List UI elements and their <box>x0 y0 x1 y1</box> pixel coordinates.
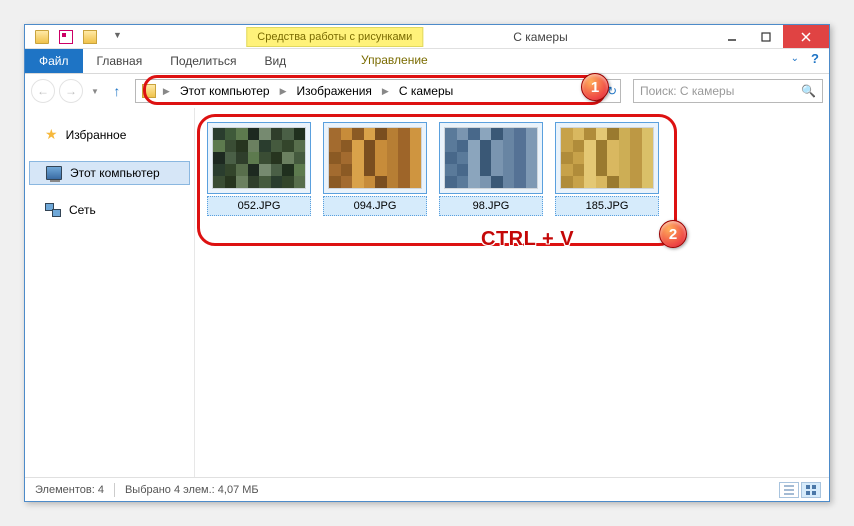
ribbon-tabs: Файл Главная Поделиться Вид Управление ⌄… <box>25 49 829 74</box>
expand-ribbon-icon[interactable]: ⌄ <box>791 53 799 64</box>
computer-icon <box>46 166 62 180</box>
annotation-badge-2: 2 <box>659 220 687 248</box>
annotation-badge-1: 1 <box>581 73 609 101</box>
network-icon <box>45 203 61 217</box>
status-selection: Выбрано 4 элем.: 4,07 МБ <box>125 484 259 496</box>
history-dropdown-icon[interactable]: ▼ <box>91 87 99 96</box>
back-button[interactable]: ← <box>31 79 55 103</box>
file-item[interactable]: 094.JPG <box>323 122 427 216</box>
view-thumbnails-button[interactable] <box>801 482 821 498</box>
file-name: 185.JPG <box>555 196 659 216</box>
breadcrumb-folder[interactable]: С камеры <box>396 82 456 100</box>
sidebar-item-network[interactable]: Сеть <box>25 199 194 221</box>
navigation-bar: ← → ▼ ↑ ▶ Этот компьютер ▶ Изображения ▶… <box>25 74 829 108</box>
file-view[interactable]: 052.JPG 094.JPG 98.JPG 185.JPG CTRL + V 2 <box>195 108 829 477</box>
file-thumbnail <box>444 127 538 189</box>
up-button[interactable]: ↑ <box>107 81 127 101</box>
status-item-count: Элементов: 4 <box>35 484 104 496</box>
close-button[interactable] <box>783 25 829 48</box>
help-icon[interactable]: ? <box>811 51 819 66</box>
file-name: 052.JPG <box>207 196 311 216</box>
annotation-keyhint: CTRL + V <box>481 228 574 251</box>
star-icon: ★ <box>45 126 58 143</box>
divider <box>114 483 115 497</box>
file-item[interactable]: 052.JPG <box>207 122 311 216</box>
sidebar-label-favorites: Избранное <box>66 128 127 142</box>
qat-dropdown-icon[interactable]: ▼ <box>113 30 127 44</box>
file-name: 98.JPG <box>439 196 543 216</box>
address-bar[interactable]: ▶ Этот компьютер ▶ Изображения ▶ С камер… <box>135 79 621 103</box>
sidebar-label-this-pc: Этот компьютер <box>70 166 160 180</box>
file-name: 094.JPG <box>323 196 427 216</box>
minimize-button[interactable] <box>715 25 749 48</box>
sidebar-label-network: Сеть <box>69 203 96 217</box>
file-tab[interactable]: Файл <box>25 49 83 73</box>
quick-access-toolbar: ▼ Средства работы с рисунками С камеры <box>25 25 829 49</box>
properties-icon[interactable] <box>59 30 73 44</box>
file-thumbnail <box>212 127 306 189</box>
chevron-right-icon[interactable]: ▶ <box>379 86 392 97</box>
new-folder-icon[interactable] <box>83 30 97 44</box>
sidebar-item-favorites[interactable]: ★ Избранное <box>25 122 194 147</box>
home-tab[interactable]: Главная <box>83 49 157 73</box>
status-bar: Элементов: 4 Выбрано 4 элем.: 4,07 МБ <box>25 477 829 501</box>
file-thumbnail <box>328 127 422 189</box>
file-item[interactable]: 98.JPG <box>439 122 543 216</box>
folder-icon[interactable] <box>35 30 49 44</box>
sidebar-item-this-pc[interactable]: Этот компьютер <box>29 161 190 185</box>
maximize-button[interactable] <box>749 25 783 48</box>
view-tab[interactable]: Вид <box>250 49 300 73</box>
search-placeholder: Поиск: С камеры <box>640 84 734 98</box>
explorer-window: ▼ Средства работы с рисунками С камеры Ф… <box>24 24 830 502</box>
chevron-right-icon[interactable]: ▶ <box>160 86 173 97</box>
folder-icon <box>142 84 156 98</box>
chevron-right-icon[interactable]: ▶ <box>277 86 290 97</box>
view-details-button[interactable] <box>779 482 799 498</box>
file-item[interactable]: 185.JPG <box>555 122 659 216</box>
navigation-pane: ★ Избранное Этот компьютер Сеть <box>25 108 195 477</box>
contextual-tab-label[interactable]: Средства работы с рисунками <box>246 27 423 47</box>
window-title: С камеры <box>513 30 567 44</box>
search-input[interactable]: Поиск: С камеры 🔍 <box>633 79 823 103</box>
search-icon[interactable]: 🔍 <box>801 84 816 98</box>
manage-tab[interactable]: Управление <box>347 49 442 71</box>
breadcrumb-pictures[interactable]: Изображения <box>294 82 375 100</box>
file-thumbnail <box>560 127 654 189</box>
breadcrumb-root[interactable]: Этот компьютер <box>177 82 273 100</box>
share-tab[interactable]: Поделиться <box>156 49 250 73</box>
forward-button[interactable]: → <box>59 79 83 103</box>
